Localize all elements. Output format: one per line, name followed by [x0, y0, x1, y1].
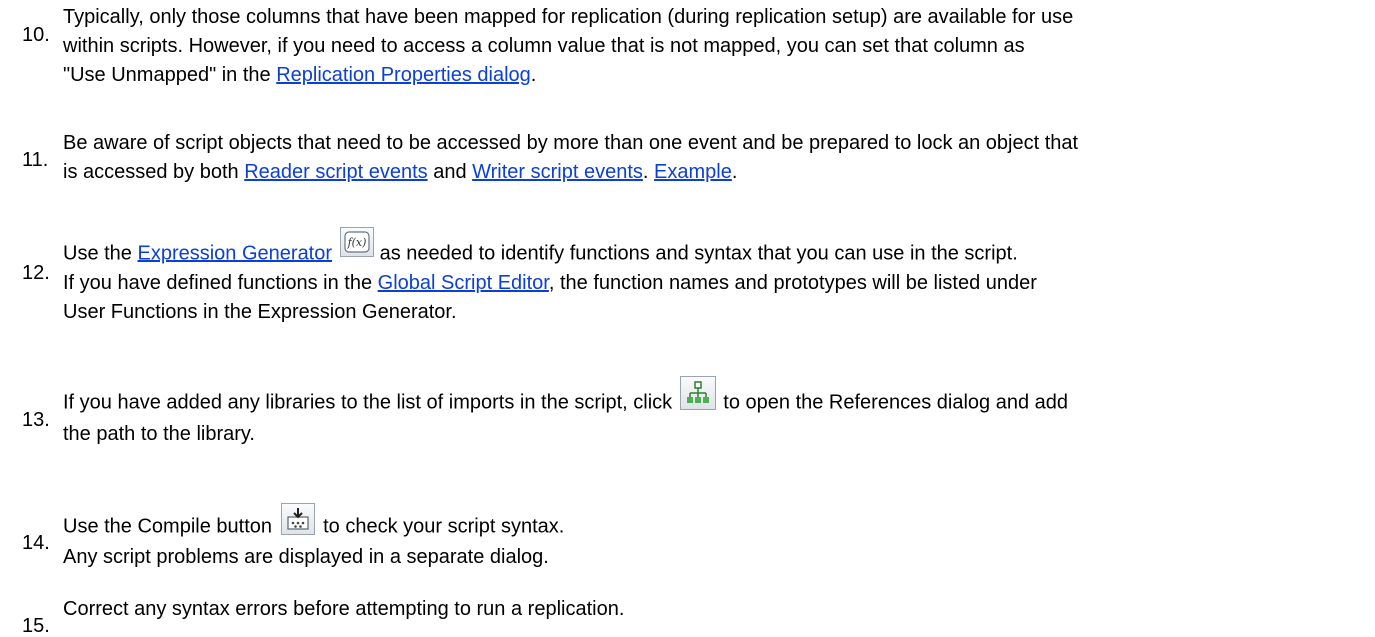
step-text: Correct any syntax errors before attempt… — [63, 595, 1363, 624]
function-icon[interactable]: f(x) — [340, 227, 375, 257]
text-run: Use the Compile button — [63, 515, 278, 538]
text-run: is accessed by both — [63, 161, 245, 183]
text-run: . — [642, 161, 655, 183]
step-text: If you have added any libraries to the l… — [63, 376, 1363, 449]
text-line: "Use Unmapped" in the Replication Proper… — [63, 61, 1363, 90]
step-text: Be aware of script objects that need to … — [63, 129, 1363, 187]
text-line: Use the Expression Generator f(x) as nee… — [63, 227, 1363, 269]
text-run: Use the — [63, 242, 138, 265]
text-line: within scripts. However, if you need to … — [63, 35, 1025, 57]
text-line: is accessed by both Reader script events… — [63, 158, 1363, 187]
writer-script-events-link[interactable]: Writer script events — [472, 161, 643, 183]
text-line: Correct any syntax errors before attempt… — [63, 598, 625, 620]
step-number: 14. — [22, 532, 50, 554]
step-text: Use the Expression Generator f(x) as nee… — [63, 227, 1363, 327]
step-number: 12. — [22, 262, 50, 284]
step-number: 15. — [22, 615, 50, 637]
text-line: Use the Compile button to check your scr… — [63, 503, 1363, 543]
text-line: Any script problems are displayed in a s… — [63, 546, 549, 568]
text-line: If you have added any libraries to the l… — [63, 376, 1363, 420]
reader-script-events-link[interactable]: Reader script events — [244, 161, 427, 183]
step-number: 10. — [22, 24, 50, 46]
replication-properties-link[interactable]: Replication Properties dialog — [276, 64, 531, 86]
text-line: Typically, only those columns that have … — [63, 6, 1074, 28]
text-run: "Use Unmapped" in the — [63, 64, 277, 86]
references-icon[interactable] — [679, 376, 716, 410]
text-run: . — [530, 64, 537, 86]
text-run: as needed to identify functions and synt… — [374, 242, 1018, 265]
text-line: Be aware of script objects that need to … — [63, 132, 1079, 154]
text-line: the path to the library. — [63, 423, 255, 445]
text-run: to open the References dialog and add — [717, 391, 1068, 414]
text-line: User Functions in the Expression Generat… — [63, 301, 457, 323]
step-text: Use the Compile button to check your scr… — [63, 503, 1363, 572]
text-run: If you have defined functions in the — [63, 272, 378, 294]
svg-text:f(x): f(x) — [347, 236, 367, 249]
step-number: 13. — [22, 409, 50, 431]
step-number: 11. — [22, 149, 49, 171]
text-run: , the function names and prototypes will… — [548, 272, 1037, 294]
compile-icon[interactable] — [280, 503, 315, 535]
text-run: to check your script syntax. — [317, 515, 565, 538]
example-link[interactable]: Example — [654, 161, 732, 183]
global-script-editor-link[interactable]: Global Script Editor — [378, 272, 549, 294]
expression-generator-link[interactable]: Expression Generator — [137, 242, 332, 264]
text-run: If you have added any libraries to the l… — [63, 391, 678, 414]
text-line: If you have defined functions in the Glo… — [63, 269, 1363, 298]
text-run: . — [731, 161, 738, 183]
text-run: and — [427, 161, 473, 183]
step-text: Typically, only those columns that have … — [63, 3, 1363, 90]
